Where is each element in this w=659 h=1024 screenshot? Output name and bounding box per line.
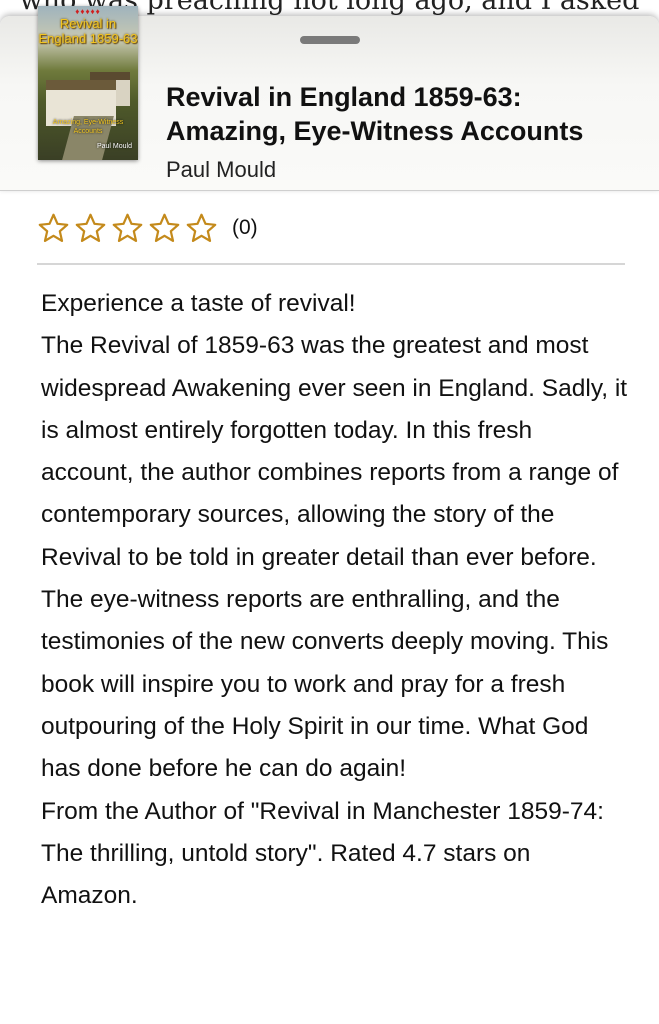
drag-handle[interactable] [300,36,360,44]
book-cover-image[interactable]: ♦♦♦♦♦ Revival in England 1859-63 Amazing… [38,6,138,160]
book-description: Experience a taste of revival! The Reviv… [41,283,631,917]
description-paragraph: The Revival of 1859-63 was the greatest … [41,332,628,783]
star-outline-icon[interactable] [37,212,70,245]
book-title: Revival in England 1859-63: Amazing, Eye… [166,82,584,146]
star-outline-icon[interactable] [185,212,218,245]
star-outline-icon[interactable] [111,212,144,245]
divider [37,263,625,265]
cover-subtitle: Amazing, Eye-Witness Accounts [52,119,124,135]
book-details-page: who was preaching not long ago, and I as… [0,0,659,1024]
book-author[interactable]: Paul Mould [166,156,276,184]
cover-flames: ♦♦♦♦♦ [75,7,101,16]
star-outline-icon[interactable] [74,212,107,245]
description-paragraph: From the Author of "Revival in Mancheste… [41,797,604,910]
description-paragraph: Experience a taste of revival! [41,290,356,317]
book-sheet-header[interactable]: ♦♦♦♦♦ Revival in England 1859-63 Amazing… [0,6,659,191]
cover-author: Paul Mould [96,143,132,150]
cover-title: Revival in England 1859-63 [38,16,138,46]
star-outline-icon[interactable] [148,212,181,245]
rating-count[interactable]: (0) [232,216,258,240]
star-rating[interactable]: (0) [37,208,258,248]
